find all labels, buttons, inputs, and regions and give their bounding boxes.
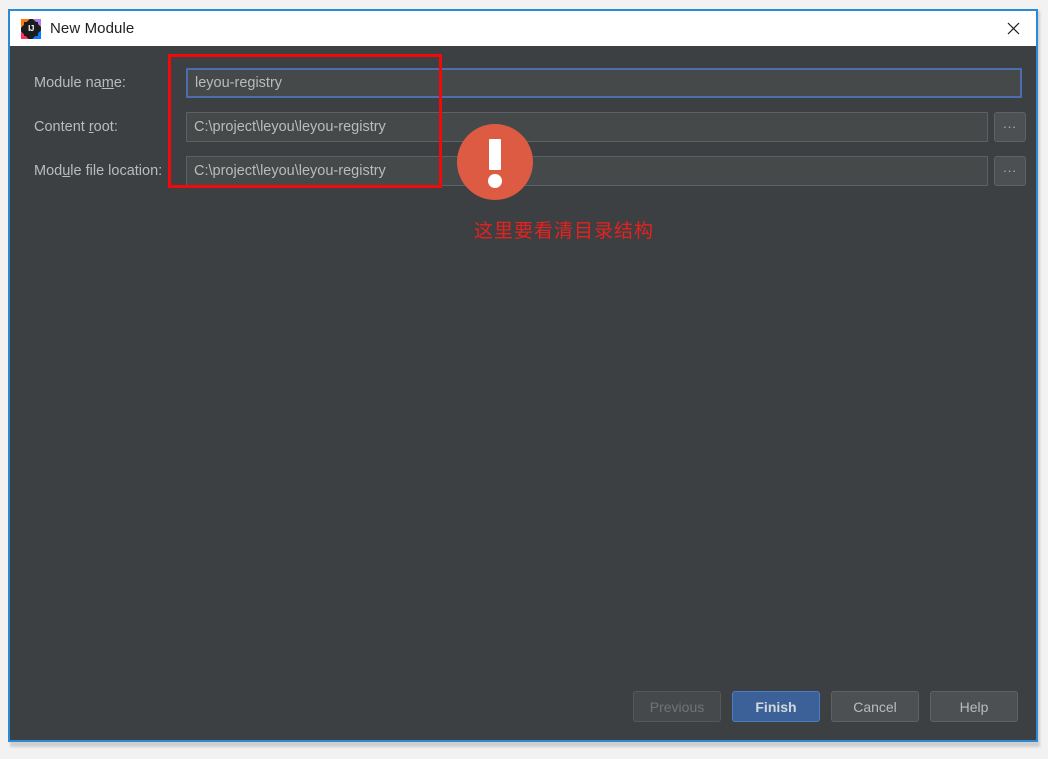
content-root-input[interactable]: C:\project\leyou\leyou-registry (186, 112, 988, 142)
dialog-titlebar: IJ New Module (10, 11, 1036, 46)
ellipsis-icon: ... (1003, 116, 1017, 131)
annotation-text: 这里要看清目录结构 (474, 221, 655, 242)
form-row-module-name: Module name: leyou-registry (10, 68, 1036, 98)
ellipsis-icon: ... (1003, 160, 1017, 175)
module-name-label: Module name: (34, 75, 126, 91)
help-button[interactable]: Help (930, 691, 1018, 722)
module-file-location-label: Module file location: (34, 163, 163, 179)
module-file-location-browse-button[interactable]: ... (994, 156, 1026, 186)
dialog-content: Module name: leyou-registry Content root… (10, 46, 1036, 740)
previous-button[interactable]: Previous (633, 691, 721, 722)
intellij-idea-icon: IJ (21, 18, 41, 39)
cancel-button[interactable]: Cancel (831, 691, 919, 722)
finish-button[interactable]: Finish (732, 691, 820, 722)
dialog-button-bar: Previous Finish Cancel Help (633, 691, 1018, 722)
exclamation-circle-icon (457, 124, 533, 200)
content-root-label: Content root: (34, 119, 118, 135)
content-root-browse-button[interactable]: ... (994, 112, 1026, 142)
desktop-background: IJ New Module Module name: leyou-registr… (0, 0, 1048, 759)
close-icon[interactable] (990, 11, 1036, 45)
new-module-dialog: IJ New Module Module name: leyou-registr… (8, 9, 1038, 742)
module-file-location-input[interactable]: C:\project\leyou\leyou-registry (186, 156, 988, 186)
dialog-title: New Module (50, 20, 135, 37)
module-name-input[interactable]: leyou-registry (186, 68, 1022, 98)
